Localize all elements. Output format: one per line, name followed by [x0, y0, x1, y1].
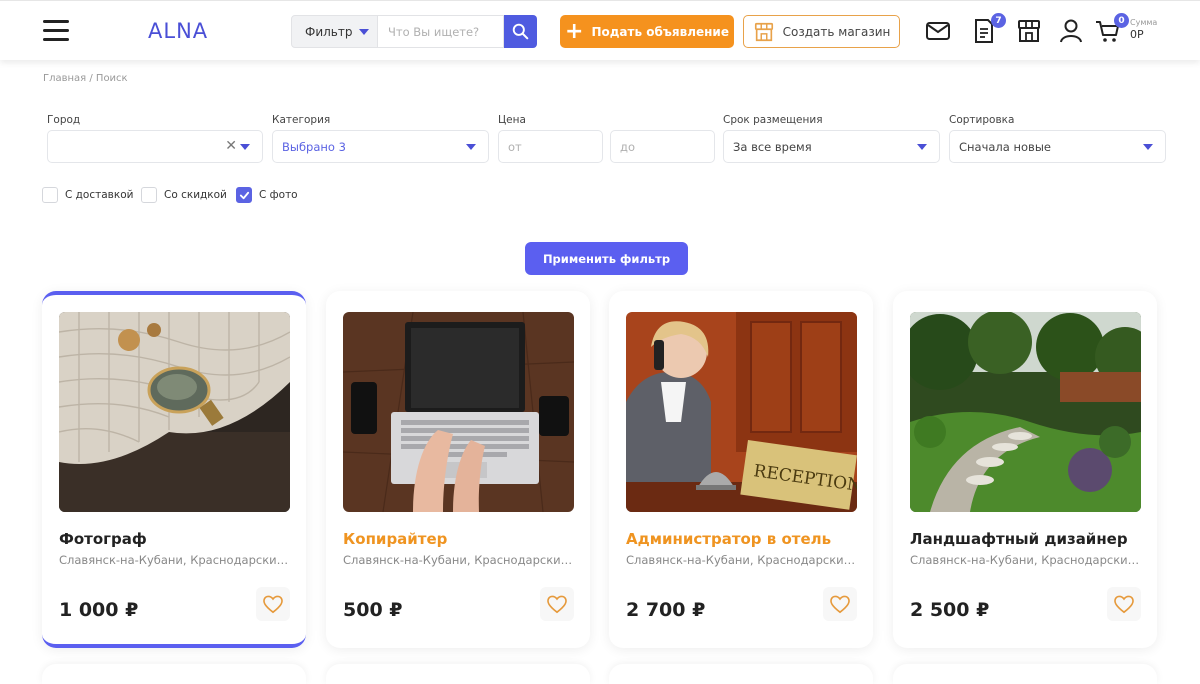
- listing-price: 2 700 ₽: [626, 599, 706, 621]
- menu-icon[interactable]: [43, 20, 69, 42]
- sort-label: Сортировка: [949, 114, 1015, 126]
- photo-checkbox[interactable]: С фото: [236, 187, 298, 203]
- filter-dropdown[interactable]: Фильтр: [291, 15, 378, 48]
- create-store-label: Создать магазин: [782, 24, 891, 39]
- listing-location: Славянск-на-Кубани, Краснодарский край: [59, 553, 290, 567]
- listing-card[interactable]: Копирайтер Славянск-на-Кубани, Краснодар…: [326, 291, 590, 648]
- sort-value: Сначала новые: [959, 139, 1051, 154]
- cart-badge: 0: [1114, 13, 1129, 28]
- delivery-checkbox[interactable]: С доставкой: [42, 187, 133, 203]
- period-label: Срок размещения: [723, 114, 823, 126]
- listing-image: [59, 312, 290, 512]
- listing-card-peek[interactable]: [42, 664, 306, 684]
- clear-icon[interactable]: ✕: [225, 138, 237, 154]
- category-value: Выбрано 3: [282, 139, 346, 154]
- listing-card[interactable]: Фотограф Славянск-на-Кубани, Краснодарск…: [42, 291, 306, 648]
- caret-down-icon: [917, 144, 927, 150]
- breadcrumb[interactable]: Главная / Поиск: [43, 73, 128, 84]
- sort-select[interactable]: Сначала новые: [949, 130, 1166, 163]
- price-from-input[interactable]: от: [498, 130, 603, 163]
- favorite-button[interactable]: [823, 587, 857, 621]
- listing-title: Ландшафтный дизайнер: [910, 530, 1128, 548]
- period-select[interactable]: За все время: [723, 130, 940, 163]
- search-bar: Фильтр: [291, 15, 537, 48]
- period-value: За все время: [733, 139, 812, 154]
- listing-title: Фотограф: [59, 530, 147, 548]
- discount-checkbox[interactable]: Со скидкой: [141, 187, 227, 203]
- create-store-button[interactable]: Создать магазин: [743, 15, 900, 48]
- listing-title: Администратор в отель: [626, 530, 832, 548]
- listing-price: 500 ₽: [343, 599, 403, 621]
- favorite-button[interactable]: [540, 587, 574, 621]
- price-label: Цена: [498, 114, 526, 126]
- profile-icon[interactable]: [1058, 18, 1086, 46]
- favorite-button[interactable]: [1107, 587, 1141, 621]
- messages-icon[interactable]: [925, 18, 953, 46]
- documents-badge: 7: [991, 13, 1006, 28]
- caret-down-icon: [240, 144, 250, 150]
- price-to-input[interactable]: до: [610, 130, 715, 163]
- cart-sum-label: Сумма: [1130, 18, 1158, 27]
- category-select[interactable]: Выбрано 3: [272, 130, 489, 163]
- checkbox-box[interactable]: [141, 187, 157, 203]
- checkbox-box[interactable]: [236, 187, 252, 203]
- listing-location: Славянск-на-Кубани, Краснодарский край: [626, 553, 857, 567]
- checkbox-label: С доставкой: [65, 189, 134, 201]
- cart-sum[interactable]: Сумма 0Р: [1130, 18, 1157, 41]
- listing-location: Славянск-на-Кубани, Краснодарский край: [343, 553, 574, 567]
- price-from-placeholder: от: [508, 139, 522, 154]
- listing-image: RECEPTION: [626, 312, 857, 512]
- city-select[interactable]: ✕: [47, 130, 263, 163]
- caret-down-icon: [1143, 144, 1153, 150]
- listing-card-peek[interactable]: [326, 664, 590, 684]
- category-label: Категория: [272, 114, 331, 126]
- checkbox-label: С фото: [259, 189, 298, 201]
- listing-title: Копирайтер: [343, 530, 448, 548]
- listing-image: [910, 312, 1141, 512]
- documents-icon[interactable]: 7: [972, 13, 1006, 46]
- store-icon: [754, 22, 773, 41]
- cart-icon[interactable]: 0: [1095, 13, 1129, 46]
- listing-location: Славянск-на-Кубани, Краснодарский край: [910, 553, 1141, 567]
- favorite-button[interactable]: [256, 587, 290, 621]
- checkbox-label: Со скидкой: [164, 189, 227, 201]
- plus-icon: +: [565, 18, 584, 44]
- caret-down-icon: [466, 144, 476, 150]
- heart-icon: [547, 595, 567, 614]
- cart-sum-value: 0Р: [1130, 28, 1144, 41]
- listing-price: 2 500 ₽: [910, 599, 990, 621]
- post-ad-label: Подать объявление: [591, 24, 729, 39]
- caret-down-icon: [359, 28, 370, 35]
- listing-card[interactable]: RECEPTION Администратор в отель Славянск…: [609, 291, 873, 648]
- post-ad-button[interactable]: + Подать объявление: [560, 15, 734, 48]
- heart-icon: [830, 595, 850, 614]
- price-to-placeholder: до: [620, 139, 635, 154]
- city-label: Город: [47, 114, 81, 126]
- apply-filter-button[interactable]: Применить фильтр: [525, 242, 688, 275]
- shop-icon[interactable]: [1016, 18, 1044, 46]
- listing-image: [343, 312, 574, 512]
- search-icon: [512, 23, 529, 40]
- listing-price: 1 000 ₽: [59, 599, 139, 621]
- listing-card-peek[interactable]: [609, 664, 873, 684]
- search-input[interactable]: [378, 15, 504, 48]
- checkbox-box[interactable]: [42, 187, 58, 203]
- listing-card[interactable]: Ландшафтный дизайнер Славянск-на-Кубани,…: [893, 291, 1157, 648]
- check-icon: [239, 191, 249, 199]
- listing-card-peek[interactable]: [893, 664, 1157, 684]
- filter-label: Фильтр: [305, 24, 353, 39]
- header: ALNA Фильтр + Подать объявление Создать …: [0, 0, 1200, 60]
- logo[interactable]: ALNA: [148, 19, 208, 43]
- heart-icon: [1114, 595, 1134, 614]
- search-button[interactable]: [504, 15, 537, 48]
- heart-icon: [263, 595, 283, 614]
